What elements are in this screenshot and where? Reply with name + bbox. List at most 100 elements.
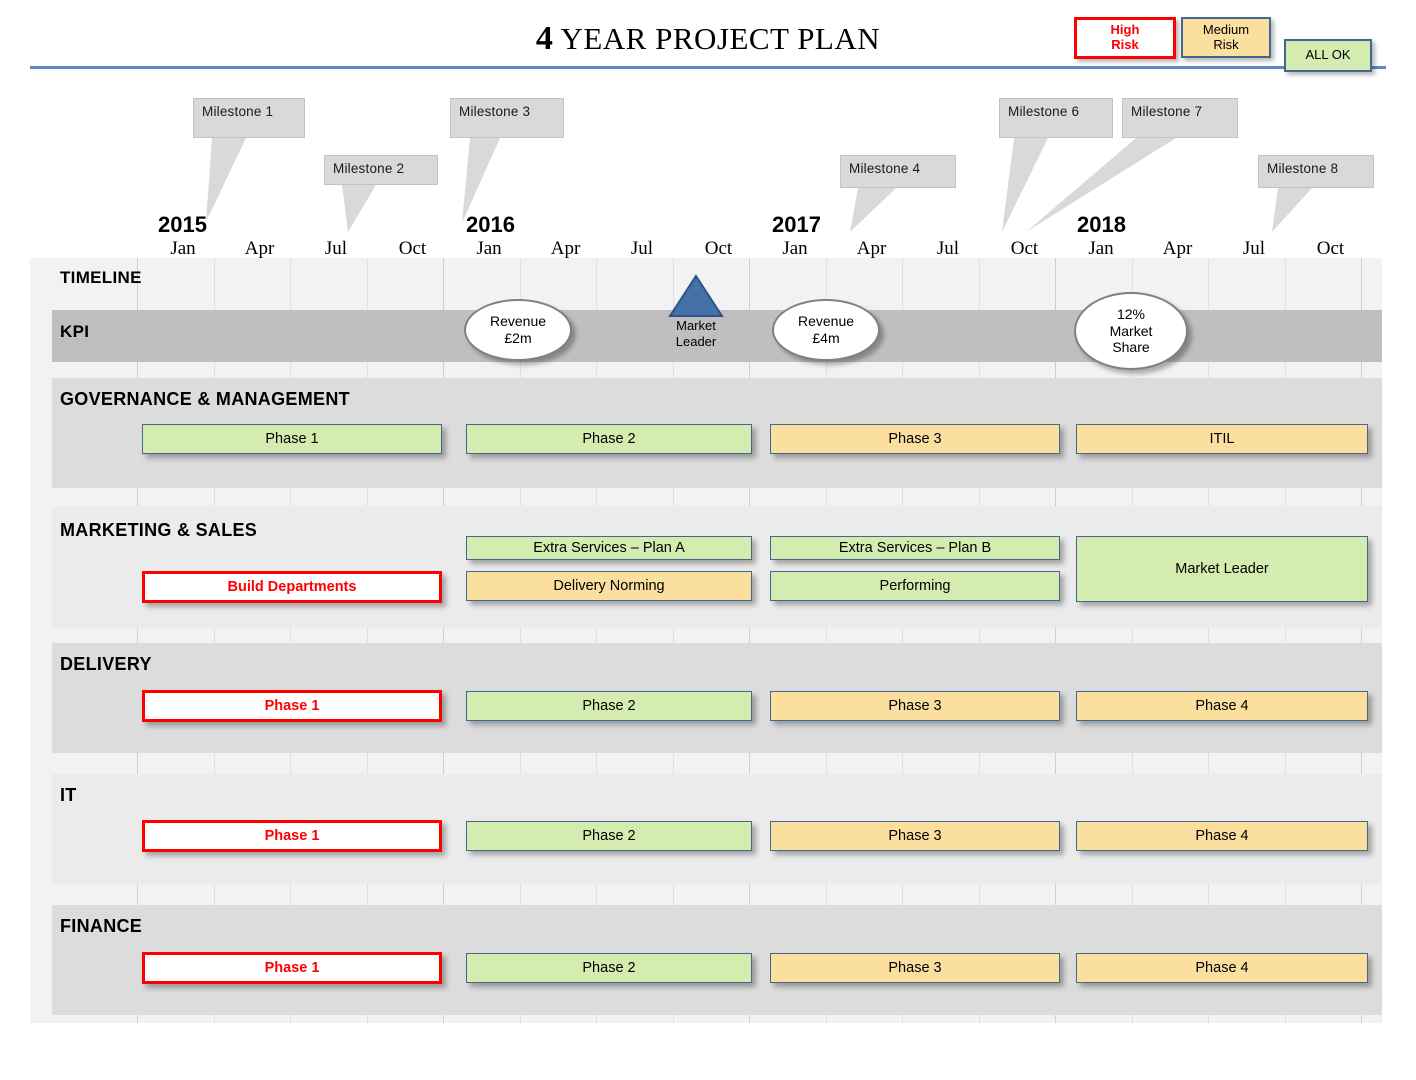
- milestone-1-tail: [206, 138, 246, 222]
- quarter-label-1: Apr: [244, 238, 275, 259]
- bar-governance-phase2[interactable]: Phase 2: [466, 424, 752, 454]
- kpi-market-share-line1: 12%: [1116, 306, 1145, 323]
- bar-it-phase3-label: Phase 3: [888, 828, 942, 844]
- bar-it-phase2[interactable]: Phase 2: [466, 821, 752, 851]
- kpi-revenue-2m[interactable]: Revenue £2m: [464, 299, 572, 361]
- year-label-2018: 2018: [1077, 212, 1126, 237]
- bar-marketing-market-leader[interactable]: Market Leader: [1076, 536, 1368, 602]
- bar-delivery-phase2-label: Phase 2: [582, 698, 636, 714]
- quarter-label-5: Apr: [550, 238, 581, 259]
- timeline-chart: TIMELINE KPI Revenue £2m Market Leader Rev…: [30, 258, 1382, 1023]
- kpi-revenue-4m[interactable]: Revenue £4m: [772, 299, 880, 361]
- bar-finance-phase3[interactable]: Phase 3: [770, 953, 1060, 983]
- bar-finance-phase1[interactable]: Phase 1: [142, 952, 442, 984]
- bar-marketing-plan-b-label: Extra Services – Plan B: [838, 540, 992, 556]
- milestone-1-callout[interactable]: Milestone 1: [193, 98, 305, 138]
- bar-finance-phase4[interactable]: Phase 4: [1076, 953, 1368, 983]
- bar-finance-phase2-label: Phase 2: [582, 960, 636, 976]
- bar-governance-itil[interactable]: ITIL: [1076, 424, 1368, 454]
- project-plan-page: 4 YEAR PROJECT PLAN High Risk Medium Risk …: [0, 0, 1416, 1080]
- bar-delivery-phase4-label: Phase 4: [1195, 698, 1249, 714]
- row-label-timeline: TIMELINE: [60, 268, 142, 287]
- bar-marketing-performing[interactable]: Performing: [770, 571, 1060, 601]
- milestone-7-label: Milestone 7: [1131, 104, 1203, 119]
- bar-it-phase1[interactable]: Phase 1: [142, 820, 442, 852]
- bar-it-phase1-label: Phase 1: [264, 828, 320, 844]
- row-label-kpi: KPI: [60, 322, 90, 341]
- bar-it-phase3[interactable]: Phase 3: [770, 821, 1060, 851]
- row-label-finance: FINANCE: [60, 916, 143, 936]
- row-label-it: IT: [60, 785, 77, 805]
- bar-governance-itil-label: ITIL: [1209, 431, 1235, 447]
- milestone-8-tail: [1272, 188, 1312, 232]
- milestone-8-label: Milestone 8: [1267, 161, 1339, 176]
- bar-finance-phase1-label: Phase 1: [264, 960, 320, 976]
- bar-marketing-build-departments[interactable]: Build Departments: [142, 571, 442, 603]
- milestone-6-tail: [1002, 138, 1048, 232]
- bar-governance-phase3-label: Phase 3: [888, 431, 942, 447]
- bar-delivery-phase1[interactable]: Phase 1: [142, 690, 442, 722]
- quarter-label-13: Apr: [1162, 238, 1193, 259]
- bar-marketing-plan-b[interactable]: Extra Services – Plan B: [770, 536, 1060, 560]
- quarter-label-7: Oct: [704, 238, 733, 259]
- milestone-2-callout[interactable]: Milestone 2: [324, 155, 438, 185]
- quarter-label-0: Jan: [170, 238, 196, 259]
- kpi-market-share-line2: Market: [1109, 322, 1153, 339]
- milestone-6-label: Milestone 6: [1008, 104, 1080, 119]
- bar-marketing-build-departments-label: Build Departments: [227, 579, 357, 595]
- row-label-governance: GOVERNANCE & MANAGEMENT: [60, 389, 350, 409]
- kpi-revenue-4m-line2: £4m: [812, 330, 840, 346]
- row-label-marketing: MARKETING & SALES: [60, 520, 258, 540]
- quarter-label-11: Oct: [1010, 238, 1039, 259]
- kpi-revenue-2m-line2: £2m: [504, 330, 532, 346]
- milestone-3-tail: [462, 138, 500, 223]
- kpi-market-leader-line1: Market: [676, 318, 716, 333]
- quarter-label-12: Jan: [1088, 238, 1114, 259]
- milestone-2-tail: [342, 185, 376, 232]
- quarter-label-4: Jan: [476, 238, 502, 259]
- milestone-6-callout[interactable]: Milestone 6: [999, 98, 1113, 138]
- bar-marketing-delivery-norming-label: Delivery Norming: [553, 578, 665, 594]
- milestone-8-callout[interactable]: Milestone 8: [1258, 155, 1374, 188]
- milestone-7-callout[interactable]: Milestone 7: [1122, 98, 1238, 138]
- kpi-market-leader-triangle: [668, 274, 724, 317]
- row-label-delivery: DELIVERY: [60, 654, 152, 674]
- bar-it-phase2-label: Phase 2: [582, 828, 636, 844]
- quarter-label-6: Jul: [630, 238, 654, 259]
- bar-finance-phase2[interactable]: Phase 2: [466, 953, 752, 983]
- bar-marketing-plan-a[interactable]: Extra Services – Plan A: [466, 536, 752, 560]
- kpi-market-leader-line2: Leader: [675, 333, 717, 349]
- quarter-label-3: Oct: [398, 238, 427, 259]
- bar-governance-phase1[interactable]: Phase 1: [142, 424, 442, 454]
- bar-marketing-delivery-norming[interactable]: Delivery Norming: [466, 571, 752, 601]
- bar-delivery-phase4[interactable]: Phase 4: [1076, 691, 1368, 721]
- kpi-market-leader-label: Market Leader: [651, 318, 741, 349]
- bar-delivery-phase3-label: Phase 3: [888, 698, 942, 714]
- milestone-3-callout[interactable]: Milestone 3: [450, 98, 564, 138]
- quarter-label-10: Jul: [936, 238, 960, 259]
- bar-delivery-phase3[interactable]: Phase 3: [770, 691, 1060, 721]
- kpi-market-share-line3: Share: [1112, 339, 1150, 356]
- year-label-2015: 2015: [158, 212, 207, 237]
- bar-marketing-plan-a-label: Extra Services – Plan A: [533, 540, 685, 556]
- milestone-1-label: Milestone 1: [202, 104, 274, 119]
- bar-marketing-performing-label: Performing: [879, 578, 951, 594]
- milestone-3-label: Milestone 3: [459, 104, 531, 119]
- bar-finance-phase3-label: Phase 3: [888, 960, 942, 976]
- bar-delivery-phase1-label: Phase 1: [264, 698, 320, 714]
- quarter-label-14: Jul: [1242, 238, 1266, 259]
- bar-it-phase4[interactable]: Phase 4: [1076, 821, 1368, 851]
- quarter-label-2: Jul: [324, 238, 348, 259]
- milestone-2-label: Milestone 2: [333, 161, 405, 176]
- quarter-label-9: Apr: [856, 238, 887, 259]
- bar-governance-phase2-label: Phase 2: [582, 431, 636, 447]
- quarter-label-15: Oct: [1316, 238, 1345, 259]
- quarter-label-8: Jan: [782, 238, 808, 259]
- kpi-revenue-4m-line1: Revenue: [797, 313, 855, 330]
- bar-governance-phase3[interactable]: Phase 3: [770, 424, 1060, 454]
- bar-finance-phase4-label: Phase 4: [1195, 960, 1249, 976]
- milestone-4-callout[interactable]: Milestone 4: [840, 155, 956, 188]
- bar-marketing-market-leader-label: Market Leader: [1175, 561, 1269, 577]
- kpi-market-share[interactable]: 12% Market Share: [1074, 292, 1188, 370]
- bar-delivery-phase2[interactable]: Phase 2: [466, 691, 752, 721]
